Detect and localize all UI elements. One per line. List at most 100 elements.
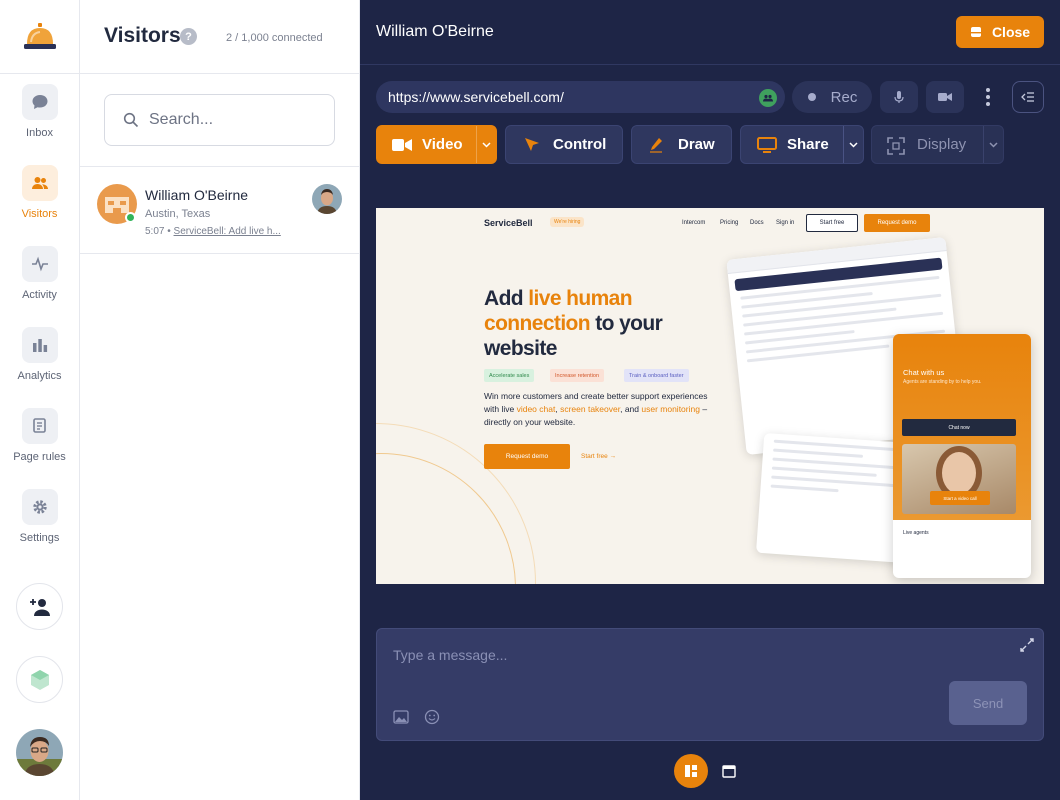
share-dropdown-icon[interactable] (843, 126, 863, 163)
video-label: Video (422, 136, 463, 153)
sidebar-toggle-button[interactable] (1012, 81, 1044, 113)
site-tag: Increase retention (550, 369, 605, 382)
nav-settings[interactable]: Settings (0, 489, 79, 559)
visitor-location: Austin, Texas (145, 208, 211, 220)
agent-photo-icon (312, 184, 342, 214)
current-url: https://www.servicebell.com/ (388, 89, 564, 105)
visitors-panel: Visitors ? 2 / 1,000 connected William O… (80, 0, 360, 800)
message-input[interactable] (393, 647, 953, 687)
workspace-button[interactable] (16, 656, 63, 703)
bell-logo-icon (23, 22, 56, 49)
cobrowse-screen-preview[interactable]: ServiceBell We're hiring Intercom Pricin… (376, 208, 1044, 584)
camera-button[interactable] (926, 81, 964, 113)
visitor-list-item[interactable]: William O'Beirne Austin, Texas 5:07 • Se… (80, 167, 360, 254)
session-main: William O'Beirne Close https://www.servi… (360, 0, 1060, 800)
page-title: Visitors (104, 24, 181, 47)
url-bar[interactable]: https://www.servicebell.com/ (376, 81, 785, 113)
pencil-icon (650, 138, 662, 153)
search-box[interactable] (104, 94, 335, 146)
user-avatar[interactable] (16, 729, 63, 776)
site-nav-link: Pricing (720, 220, 739, 226)
left-nav-rail: Inbox Visitors Activity Analytics Page r… (0, 0, 80, 800)
widget-chat-now: Chat now (902, 419, 1016, 436)
image-icon[interactable] (393, 709, 409, 725)
site-body-text: Win more customers and create better sup… (484, 391, 708, 427)
visitor-time: 5:07 (145, 226, 165, 237)
control-button[interactable]: Control (505, 125, 623, 164)
widget-subtitle: Agents are standing by to help you. (903, 379, 982, 385)
divider (360, 64, 1060, 65)
collapse-panel-icon (1021, 92, 1034, 102)
site-request-demo: Request demo (864, 214, 930, 232)
close-session-icon (970, 27, 981, 37)
visitor-name: William O'Beirne (145, 187, 249, 203)
visitor-meta: 5:07 • ServiceBell: Add live h... (145, 226, 295, 237)
scroll-icon (21, 408, 58, 444)
message-composer: Send (376, 628, 1044, 741)
draw-label: Draw (678, 136, 715, 153)
nav-inbox-label: Inbox (26, 127, 53, 139)
hiring-badge: We're hiring (550, 217, 585, 227)
nav-page-rules[interactable]: Page rules (0, 408, 79, 478)
display-dropdown-icon[interactable] (983, 126, 1003, 163)
video-button[interactable]: Video (376, 125, 497, 164)
monitor-icon (757, 137, 777, 153)
site-start-link: Start free → (581, 453, 617, 460)
video-camera-icon (392, 139, 412, 151)
widget-video-call: Start a video call (930, 491, 990, 505)
add-user-button[interactable] (16, 583, 63, 630)
agent-face (942, 452, 976, 494)
nav-inbox[interactable]: Inbox (0, 84, 79, 154)
add-user-icon (29, 598, 50, 616)
video-dropdown-icon[interactable] (476, 126, 496, 163)
display-label: Display (917, 136, 967, 153)
site-nav: ServiceBell We're hiring Intercom Pricin… (376, 208, 1044, 238)
participants-badge[interactable] (759, 89, 777, 107)
assigned-agent-avatar (312, 184, 342, 214)
nav-page-rules-label: Page rules (13, 451, 66, 463)
search-input[interactable] (149, 111, 319, 129)
site-nav-link: Sign in (776, 220, 795, 226)
close-button[interactable]: Close (956, 16, 1044, 48)
close-button-label: Close (991, 24, 1031, 40)
more-options-icon[interactable] (980, 86, 996, 108)
share-label: Share (787, 136, 829, 153)
nav-analytics-label: Analytics (17, 370, 62, 382)
nav-visitors-label: Visitors (21, 208, 58, 220)
visitor-current-page[interactable]: ServiceBell: Add live h... (174, 226, 281, 237)
share-button[interactable]: Share (740, 125, 864, 164)
site-nav-link: Docs (750, 220, 764, 226)
camera-icon (938, 93, 952, 101)
visitors-header: Visitors ? 2 / 1,000 connected (80, 0, 360, 74)
users-icon (21, 165, 58, 201)
widget-video: Start a video call (902, 444, 1016, 514)
microphone-button[interactable] (880, 81, 918, 113)
collapse-icon[interactable] (1019, 637, 1035, 653)
record-label: Rec (830, 88, 858, 106)
control-label: Control (553, 136, 607, 153)
draw-button[interactable]: Draw (631, 125, 732, 164)
servicebell-logo[interactable] (0, 0, 79, 74)
emoji-icon[interactable] (424, 709, 440, 725)
layout-split-button[interactable] (674, 754, 708, 788)
layout-window-button[interactable] (712, 754, 746, 788)
nav-activity[interactable]: Activity (0, 246, 79, 316)
send-button[interactable]: Send (949, 681, 1027, 725)
window-icon (722, 764, 736, 778)
nav-visitors[interactable]: Visitors (0, 165, 79, 235)
display-button[interactable]: Display (871, 125, 1004, 164)
record-button[interactable]: Rec (792, 81, 872, 113)
site-nav-link: Intercom (682, 220, 706, 226)
chat-bubble-icon (21, 84, 58, 120)
microphone-icon (894, 91, 904, 103)
users-icon (763, 94, 773, 102)
nav-analytics[interactable]: Analytics (0, 327, 79, 397)
nav-settings-label: Settings (19, 532, 60, 544)
record-dot-icon (807, 93, 816, 101)
fullscreen-icon (887, 137, 905, 155)
online-status-dot (125, 212, 136, 223)
help-icon[interactable]: ? (180, 28, 197, 45)
site-headline: Add live human connection to your websit… (484, 287, 663, 360)
cursor-icon (525, 138, 539, 151)
decorative-arc (376, 453, 516, 584)
